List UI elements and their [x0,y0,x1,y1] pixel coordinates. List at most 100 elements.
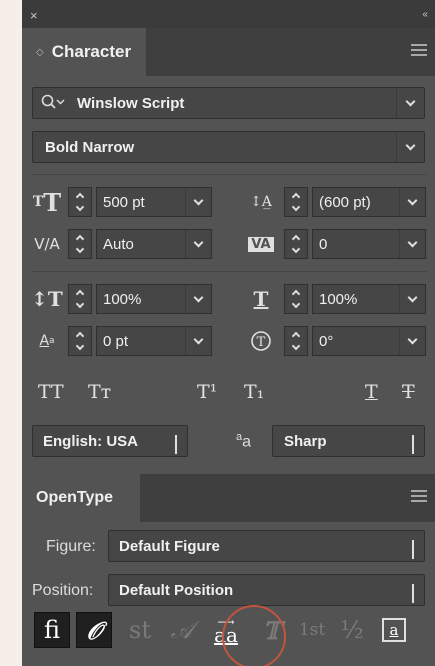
tab-opentype[interactable]: OpenType [22,474,140,522]
ordinals-button[interactable]: 1st [294,612,330,648]
underline-button[interactable]: T [365,377,378,407]
horizontal-scale-dropdown[interactable] [399,285,425,313]
small-caps-button[interactable]: Tт [88,377,111,407]
superscript-button[interactable]: T¹ [197,377,217,407]
character-panel: × ‹‹ ◇ Character Winslow Script Bold Nar… [22,0,435,666]
tracking-input[interactable]: 0 [312,229,426,259]
position-select[interactable]: Default Position [108,574,425,606]
stylistic-sets-button[interactable]: a [376,612,412,648]
tab-toggle-icon[interactable]: ◇ [36,47,44,58]
collapse-icon[interactable]: ‹‹ [422,9,428,20]
baseline-shift-icon: Aa [39,333,55,349]
tab-character[interactable]: ◇ Character [22,28,146,76]
vertical-scale-icon: ↕T [31,287,63,311]
tracking-icon: VA [244,229,278,259]
rotation-value: 0° [319,332,334,350]
swash-icon: 𝒜 [170,616,194,644]
superscript-icon: T¹ [197,381,218,403]
panel-menu-icon[interactable] [411,44,427,57]
divider [32,271,427,272]
font-size-value: 500 pt [103,193,145,211]
font-size-stepper[interactable] [68,187,92,217]
tracking-dropdown[interactable] [399,230,425,258]
all-caps-icon: TT [38,381,64,403]
rotation-input[interactable]: 0° [312,326,426,356]
baseline-shift-dropdown[interactable] [185,327,211,355]
fractions-icon: ½ [340,616,364,644]
tracking-stepper[interactable] [284,229,308,259]
search-icon[interactable] [41,94,67,116]
font-size-icon: TT [32,187,62,217]
tab-opentype-label: OpenType [36,489,114,506]
small-caps-icon: Tт [88,381,112,403]
leading-value: (600 pt) [319,193,371,211]
font-family-value: Winslow Script [77,94,185,112]
font-family-dropdown[interactable] [396,88,424,118]
chevron-down-icon [407,292,418,302]
underline-icon: T [365,381,378,403]
chevron-down-icon [407,237,418,247]
strikethrough-icon: T [402,381,415,403]
language-select[interactable]: English: USA [32,425,188,457]
leading-stepper[interactable] [284,187,308,217]
discretionary-ligatures-button[interactable]: st [122,612,158,648]
strikethrough-button[interactable]: T [402,377,415,407]
font-style-value: Bold Narrow [45,138,135,156]
leading-input[interactable]: (600 pt) [312,187,426,217]
stylistic-alternates-icon: ⟶ aa [214,614,238,647]
font-family-field[interactable]: Winslow Script [32,87,425,119]
figure-label: Figure: [46,538,96,555]
leading-icon: ↕A̲ [250,194,272,210]
position-value: Default Position [119,581,234,599]
rotation-dropdown[interactable] [399,327,425,355]
fractions-button[interactable]: ½ [334,612,370,648]
baseline-shift-value: 0 pt [103,332,129,350]
figure-select[interactable]: Default Figure [108,530,425,562]
chevron-down-icon [175,435,177,454]
kerning-stepper[interactable] [68,229,92,259]
kerning-dropdown[interactable] [185,230,211,258]
vertical-scale-value: 100% [103,290,142,308]
subscript-button[interactable]: T₁ [244,377,264,407]
rotation-stepper[interactable] [284,326,308,356]
contextual-alternates-icon: 𝒪 [86,615,102,645]
horizontal-scale-stepper[interactable] [284,284,308,314]
all-caps-button[interactable]: TT [38,377,64,407]
chevron-down-icon [412,435,414,454]
panel-menu-icon[interactable] [411,490,427,503]
contextual-alternates-button[interactable]: 𝒪 [76,612,112,648]
antialiasing-icon: aaaa [236,431,252,451]
swash-button[interactable]: 𝒜 [164,612,200,648]
kerning-input[interactable]: Auto [96,229,212,259]
close-icon[interactable]: × [30,8,38,23]
language-value: English: USA [43,432,139,450]
vertical-scale-input[interactable]: 100% [96,284,212,314]
ligature-fi-icon: fi [43,616,60,644]
baseline-shift-stepper[interactable] [68,326,92,356]
font-style-dropdown[interactable] [396,132,424,162]
antialiasing-select[interactable]: Sharp [272,425,425,457]
tracking-value: 0 [319,235,328,253]
panel-titlebar[interactable]: × ‹‹ [22,0,435,28]
chevron-down-icon [412,540,414,559]
horizontal-scale-input[interactable]: 100% [312,284,426,314]
vertical-scale-dropdown[interactable] [185,285,211,313]
chevron-down-icon [407,334,418,344]
chevron-down-icon [407,195,418,205]
font-size-dropdown[interactable] [185,188,211,216]
baseline-shift-input[interactable]: 0 pt [96,326,212,356]
chevron-down-icon [193,237,204,247]
kerning-value: Auto [103,235,134,253]
opentype-tabbar: OpenType [22,474,435,522]
vertical-scale-stepper[interactable] [68,284,92,314]
chevron-down-icon [193,292,204,302]
titling-alternates-button[interactable]: 𝕋 [254,612,290,648]
font-style-field[interactable]: Bold Narrow [32,131,425,163]
stylistic-sets-icon: a [382,618,406,642]
ordinals-icon: 1st [298,620,326,640]
font-size-input[interactable]: 500 pt [96,187,212,217]
horizontal-scale-value: 100% [319,290,358,308]
standard-ligatures-button[interactable]: fi [34,612,70,648]
stylistic-alternates-button[interactable]: ⟶ aa [208,612,244,648]
leading-dropdown[interactable] [399,188,425,216]
